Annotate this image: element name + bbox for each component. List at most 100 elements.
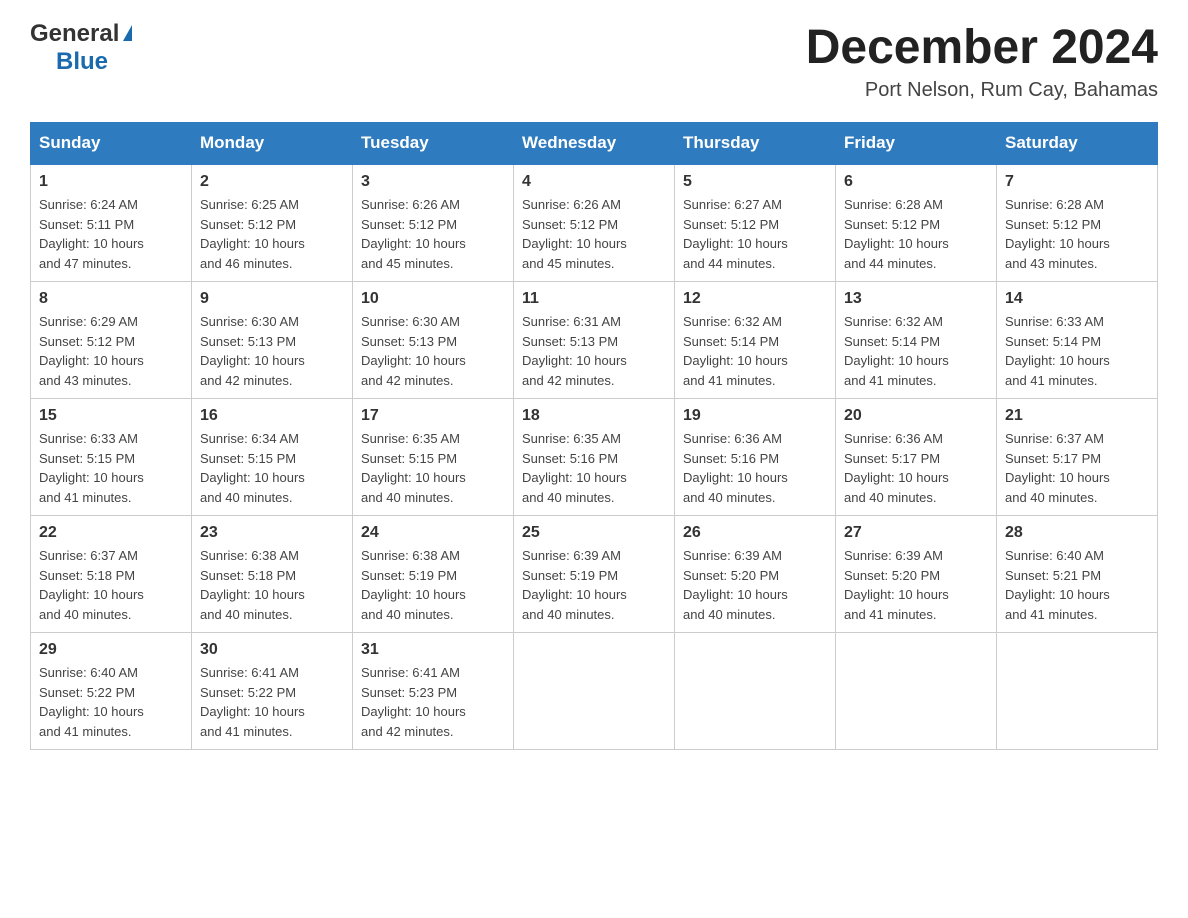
- day-info: Sunrise: 6:39 AM Sunset: 5:20 PM Dayligh…: [844, 546, 988, 624]
- calendar-day-cell: [675, 633, 836, 750]
- day-info: Sunrise: 6:38 AM Sunset: 5:18 PM Dayligh…: [200, 546, 344, 624]
- day-number: 27: [844, 524, 988, 542]
- day-info: Sunrise: 6:31 AM Sunset: 5:13 PM Dayligh…: [522, 312, 666, 390]
- calendar-day-cell: [514, 633, 675, 750]
- calendar-header-cell: Friday: [836, 123, 997, 165]
- calendar-day-cell: 21Sunrise: 6:37 AM Sunset: 5:17 PM Dayli…: [997, 399, 1158, 516]
- calendar-day-cell: 31 Sunrise: 6:41 AM Sunset: 5:23 PM Dayli…: [353, 633, 514, 750]
- day-info: Sunrise: 6:39 AM Sunset: 5:19 PM Dayligh…: [522, 546, 666, 624]
- day-info: Sunrise: 6:29 AM Sunset: 5:12 PM Dayligh…: [39, 312, 183, 390]
- calendar-header-cell: Sunday: [31, 123, 192, 165]
- day-info: Sunrise: 6:35 AM Sunset: 5:15 PM Dayligh…: [361, 429, 505, 507]
- day-number: 26: [683, 524, 827, 542]
- calendar-week-row: 29 Sunrise: 6:40 AM Sunset: 5:22 PM Dayli…: [31, 633, 1158, 750]
- day-info: Sunrise: 6:41 AM Sunset: 5:23 PM Dayligh…: [361, 663, 505, 741]
- calendar-day-cell: 28 Sunrise: 6:40 AM Sunset: 5:21 PM Dayli…: [997, 516, 1158, 633]
- calendar-day-cell: 15Sunrise: 6:33 AM Sunset: 5:15 PM Dayli…: [31, 399, 192, 516]
- calendar-day-cell: [997, 633, 1158, 750]
- calendar-day-cell: 1 Sunrise: 6:24 AM Sunset: 5:11 PM Daylig…: [31, 164, 192, 282]
- day-number: 10: [361, 290, 505, 308]
- calendar-day-cell: 11 Sunrise: 6:31 AM Sunset: 5:13 PM Dayli…: [514, 282, 675, 399]
- calendar-day-cell: 19Sunrise: 6:36 AM Sunset: 5:16 PM Dayli…: [675, 399, 836, 516]
- day-number: 11: [522, 290, 666, 308]
- calendar-week-row: 15Sunrise: 6:33 AM Sunset: 5:15 PM Dayli…: [31, 399, 1158, 516]
- day-number: 15: [39, 407, 183, 425]
- day-info: Sunrise: 6:37 AM Sunset: 5:18 PM Dayligh…: [39, 546, 183, 624]
- page-header: General Blue December 2024 Port Nelson, …: [30, 20, 1158, 102]
- calendar-header-row: SundayMondayTuesdayWednesdayThursdayFrid…: [31, 123, 1158, 165]
- day-info: Sunrise: 6:30 AM Sunset: 5:13 PM Dayligh…: [361, 312, 505, 390]
- day-info: Sunrise: 6:34 AM Sunset: 5:15 PM Dayligh…: [200, 429, 344, 507]
- day-info: Sunrise: 6:26 AM Sunset: 5:12 PM Dayligh…: [522, 195, 666, 273]
- calendar-day-cell: 8 Sunrise: 6:29 AM Sunset: 5:12 PM Daylig…: [31, 282, 192, 399]
- day-number: 24: [361, 524, 505, 542]
- day-info: Sunrise: 6:26 AM Sunset: 5:12 PM Dayligh…: [361, 195, 505, 273]
- calendar-week-row: 8 Sunrise: 6:29 AM Sunset: 5:12 PM Daylig…: [31, 282, 1158, 399]
- calendar-day-cell: 6Sunrise: 6:28 AM Sunset: 5:12 PM Daylig…: [836, 164, 997, 282]
- calendar-day-cell: 25 Sunrise: 6:39 AM Sunset: 5:19 PM Dayli…: [514, 516, 675, 633]
- calendar-day-cell: 5Sunrise: 6:27 AM Sunset: 5:12 PM Daylig…: [675, 164, 836, 282]
- day-number: 7: [1005, 173, 1149, 191]
- logo: General Blue: [30, 20, 132, 76]
- day-info: Sunrise: 6:36 AM Sunset: 5:16 PM Dayligh…: [683, 429, 827, 507]
- day-info: Sunrise: 6:24 AM Sunset: 5:11 PM Dayligh…: [39, 195, 183, 273]
- calendar-header-cell: Saturday: [997, 123, 1158, 165]
- day-info: Sunrise: 6:25 AM Sunset: 5:12 PM Dayligh…: [200, 195, 344, 273]
- calendar-week-row: 22Sunrise: 6:37 AM Sunset: 5:18 PM Dayli…: [31, 516, 1158, 633]
- calendar-day-cell: 13 Sunrise: 6:32 AM Sunset: 5:14 PM Dayli…: [836, 282, 997, 399]
- day-number: 3: [361, 173, 505, 191]
- title-block: December 2024 Port Nelson, Rum Cay, Baha…: [806, 20, 1158, 102]
- day-number: 13: [844, 290, 988, 308]
- day-number: 20: [844, 407, 988, 425]
- calendar-day-cell: 26 Sunrise: 6:39 AM Sunset: 5:20 PM Dayli…: [675, 516, 836, 633]
- calendar-day-cell: 17 Sunrise: 6:35 AM Sunset: 5:15 PM Dayli…: [353, 399, 514, 516]
- day-info: Sunrise: 6:32 AM Sunset: 5:14 PM Dayligh…: [683, 312, 827, 390]
- logo-general-text: General: [30, 20, 119, 48]
- day-number: 8: [39, 290, 183, 308]
- day-number: 30: [200, 641, 344, 659]
- day-info: Sunrise: 6:32 AM Sunset: 5:14 PM Dayligh…: [844, 312, 988, 390]
- calendar-day-cell: 2 Sunrise: 6:25 AM Sunset: 5:12 PM Daylig…: [192, 164, 353, 282]
- day-number: 21: [1005, 407, 1149, 425]
- day-info: Sunrise: 6:33 AM Sunset: 5:14 PM Dayligh…: [1005, 312, 1149, 390]
- calendar-day-cell: 16Sunrise: 6:34 AM Sunset: 5:15 PM Dayli…: [192, 399, 353, 516]
- day-number: 28: [1005, 524, 1149, 542]
- calendar-table: SundayMondayTuesdayWednesdayThursdayFrid…: [30, 122, 1158, 750]
- day-number: 23: [200, 524, 344, 542]
- day-number: 31: [361, 641, 505, 659]
- day-info: Sunrise: 6:40 AM Sunset: 5:22 PM Dayligh…: [39, 663, 183, 741]
- day-number: 17: [361, 407, 505, 425]
- calendar-day-cell: 18 Sunrise: 6:35 AM Sunset: 5:16 PM Dayli…: [514, 399, 675, 516]
- calendar-header-cell: Tuesday: [353, 123, 514, 165]
- day-info: Sunrise: 6:28 AM Sunset: 5:12 PM Dayligh…: [844, 195, 988, 273]
- day-info: Sunrise: 6:41 AM Sunset: 5:22 PM Dayligh…: [200, 663, 344, 741]
- calendar-header-cell: Monday: [192, 123, 353, 165]
- calendar-header-cell: Thursday: [675, 123, 836, 165]
- day-number: 25: [522, 524, 666, 542]
- calendar-subtitle: Port Nelson, Rum Cay, Bahamas: [806, 79, 1158, 102]
- calendar-day-cell: 14Sunrise: 6:33 AM Sunset: 5:14 PM Dayli…: [997, 282, 1158, 399]
- calendar-day-cell: 7Sunrise: 6:28 AM Sunset: 5:12 PM Daylig…: [997, 164, 1158, 282]
- calendar-day-cell: 9Sunrise: 6:30 AM Sunset: 5:13 PM Daylig…: [192, 282, 353, 399]
- day-number: 1: [39, 173, 183, 191]
- day-info: Sunrise: 6:30 AM Sunset: 5:13 PM Dayligh…: [200, 312, 344, 390]
- day-info: Sunrise: 6:36 AM Sunset: 5:17 PM Dayligh…: [844, 429, 988, 507]
- day-number: 4: [522, 173, 666, 191]
- calendar-day-cell: 24Sunrise: 6:38 AM Sunset: 5:19 PM Dayli…: [353, 516, 514, 633]
- calendar-day-cell: 27 Sunrise: 6:39 AM Sunset: 5:20 PM Dayli…: [836, 516, 997, 633]
- day-info: Sunrise: 6:35 AM Sunset: 5:16 PM Dayligh…: [522, 429, 666, 507]
- day-number: 2: [200, 173, 344, 191]
- day-info: Sunrise: 6:40 AM Sunset: 5:21 PM Dayligh…: [1005, 546, 1149, 624]
- day-number: 29: [39, 641, 183, 659]
- calendar-day-cell: 3 Sunrise: 6:26 AM Sunset: 5:12 PM Daylig…: [353, 164, 514, 282]
- calendar-day-cell: [836, 633, 997, 750]
- logo-triangle-icon: [123, 25, 132, 41]
- calendar-day-cell: 30 Sunrise: 6:41 AM Sunset: 5:22 PM Dayli…: [192, 633, 353, 750]
- day-number: 18: [522, 407, 666, 425]
- logo-blue-text: Blue: [56, 48, 108, 76]
- day-info: Sunrise: 6:39 AM Sunset: 5:20 PM Dayligh…: [683, 546, 827, 624]
- calendar-day-cell: 22Sunrise: 6:37 AM Sunset: 5:18 PM Dayli…: [31, 516, 192, 633]
- calendar-week-row: 1 Sunrise: 6:24 AM Sunset: 5:11 PM Daylig…: [31, 164, 1158, 282]
- calendar-day-cell: 12Sunrise: 6:32 AM Sunset: 5:14 PM Dayli…: [675, 282, 836, 399]
- calendar-day-cell: 10 Sunrise: 6:30 AM Sunset: 5:13 PM Dayli…: [353, 282, 514, 399]
